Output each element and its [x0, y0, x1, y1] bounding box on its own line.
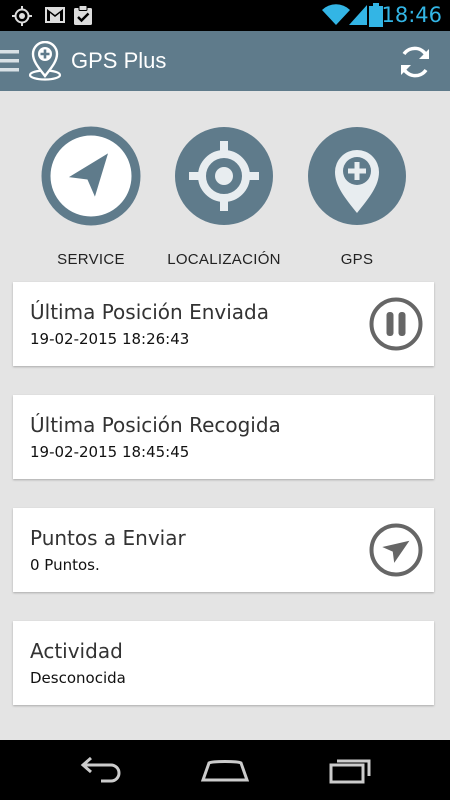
app-bar: GPS Plus — [0, 31, 450, 91]
recent-apps-icon[interactable] — [327, 755, 377, 785]
crosshair-icon — [175, 127, 273, 225]
service-label: SERVICE — [57, 251, 125, 268]
localizacion-button[interactable]: LOCALIZACIÓN — [164, 126, 284, 268]
card-puntos-a-enviar[interactable]: Puntos a Enviar 0 Puntos. — [13, 508, 434, 592]
back-icon[interactable] — [75, 755, 125, 785]
gps-label: GPS — [340, 251, 374, 268]
card-title: Última Posición Enviada — [30, 300, 269, 324]
map-pin-plus-icon[interactable] — [28, 41, 62, 81]
gps-button[interactable]: GPS — [297, 126, 417, 268]
app-title: GPS Plus — [71, 48, 167, 73]
refresh-icon[interactable] — [396, 43, 434, 81]
map-pin-plus-icon — [308, 127, 406, 225]
card-value: 19-02-2015 18:26:43 — [30, 330, 190, 348]
card-title: Actividad — [30, 639, 123, 663]
status-bar: 18:46 — [0, 0, 450, 31]
home-icon[interactable] — [200, 755, 250, 785]
card-title: Última Posición Recogida — [30, 413, 281, 437]
card-value: Desconocida — [30, 669, 126, 687]
card-ultima-posicion-enviada[interactable]: Última Posición Enviada 19-02-2015 18:26… — [13, 282, 434, 366]
clipboard-check-icon — [74, 5, 92, 25]
wifi-icon — [322, 4, 350, 26]
gps-fix-icon — [12, 6, 32, 26]
signal-icon — [349, 5, 367, 25]
card-value: 0 Puntos. — [30, 556, 100, 574]
service-button[interactable]: SERVICE — [31, 126, 151, 268]
navigation-arrow-icon — [41, 126, 141, 226]
pause-icon[interactable] — [368, 296, 424, 352]
localizacion-label: LOCALIZACIÓN — [167, 251, 281, 268]
navigation-bar — [0, 740, 450, 800]
card-actividad[interactable]: Actividad Desconocida — [13, 621, 434, 705]
send-icon[interactable] — [368, 522, 424, 578]
status-clock: 18:46 — [381, 3, 442, 27]
card-ultima-posicion-recogida[interactable]: Última Posición Recogida 19-02-2015 18:4… — [13, 395, 434, 479]
drawer-menu-icon[interactable] — [0, 47, 20, 75]
card-value: 19-02-2015 18:45:45 — [30, 443, 190, 461]
gmail-icon — [45, 7, 65, 23]
card-title: Puntos a Enviar — [30, 526, 186, 550]
